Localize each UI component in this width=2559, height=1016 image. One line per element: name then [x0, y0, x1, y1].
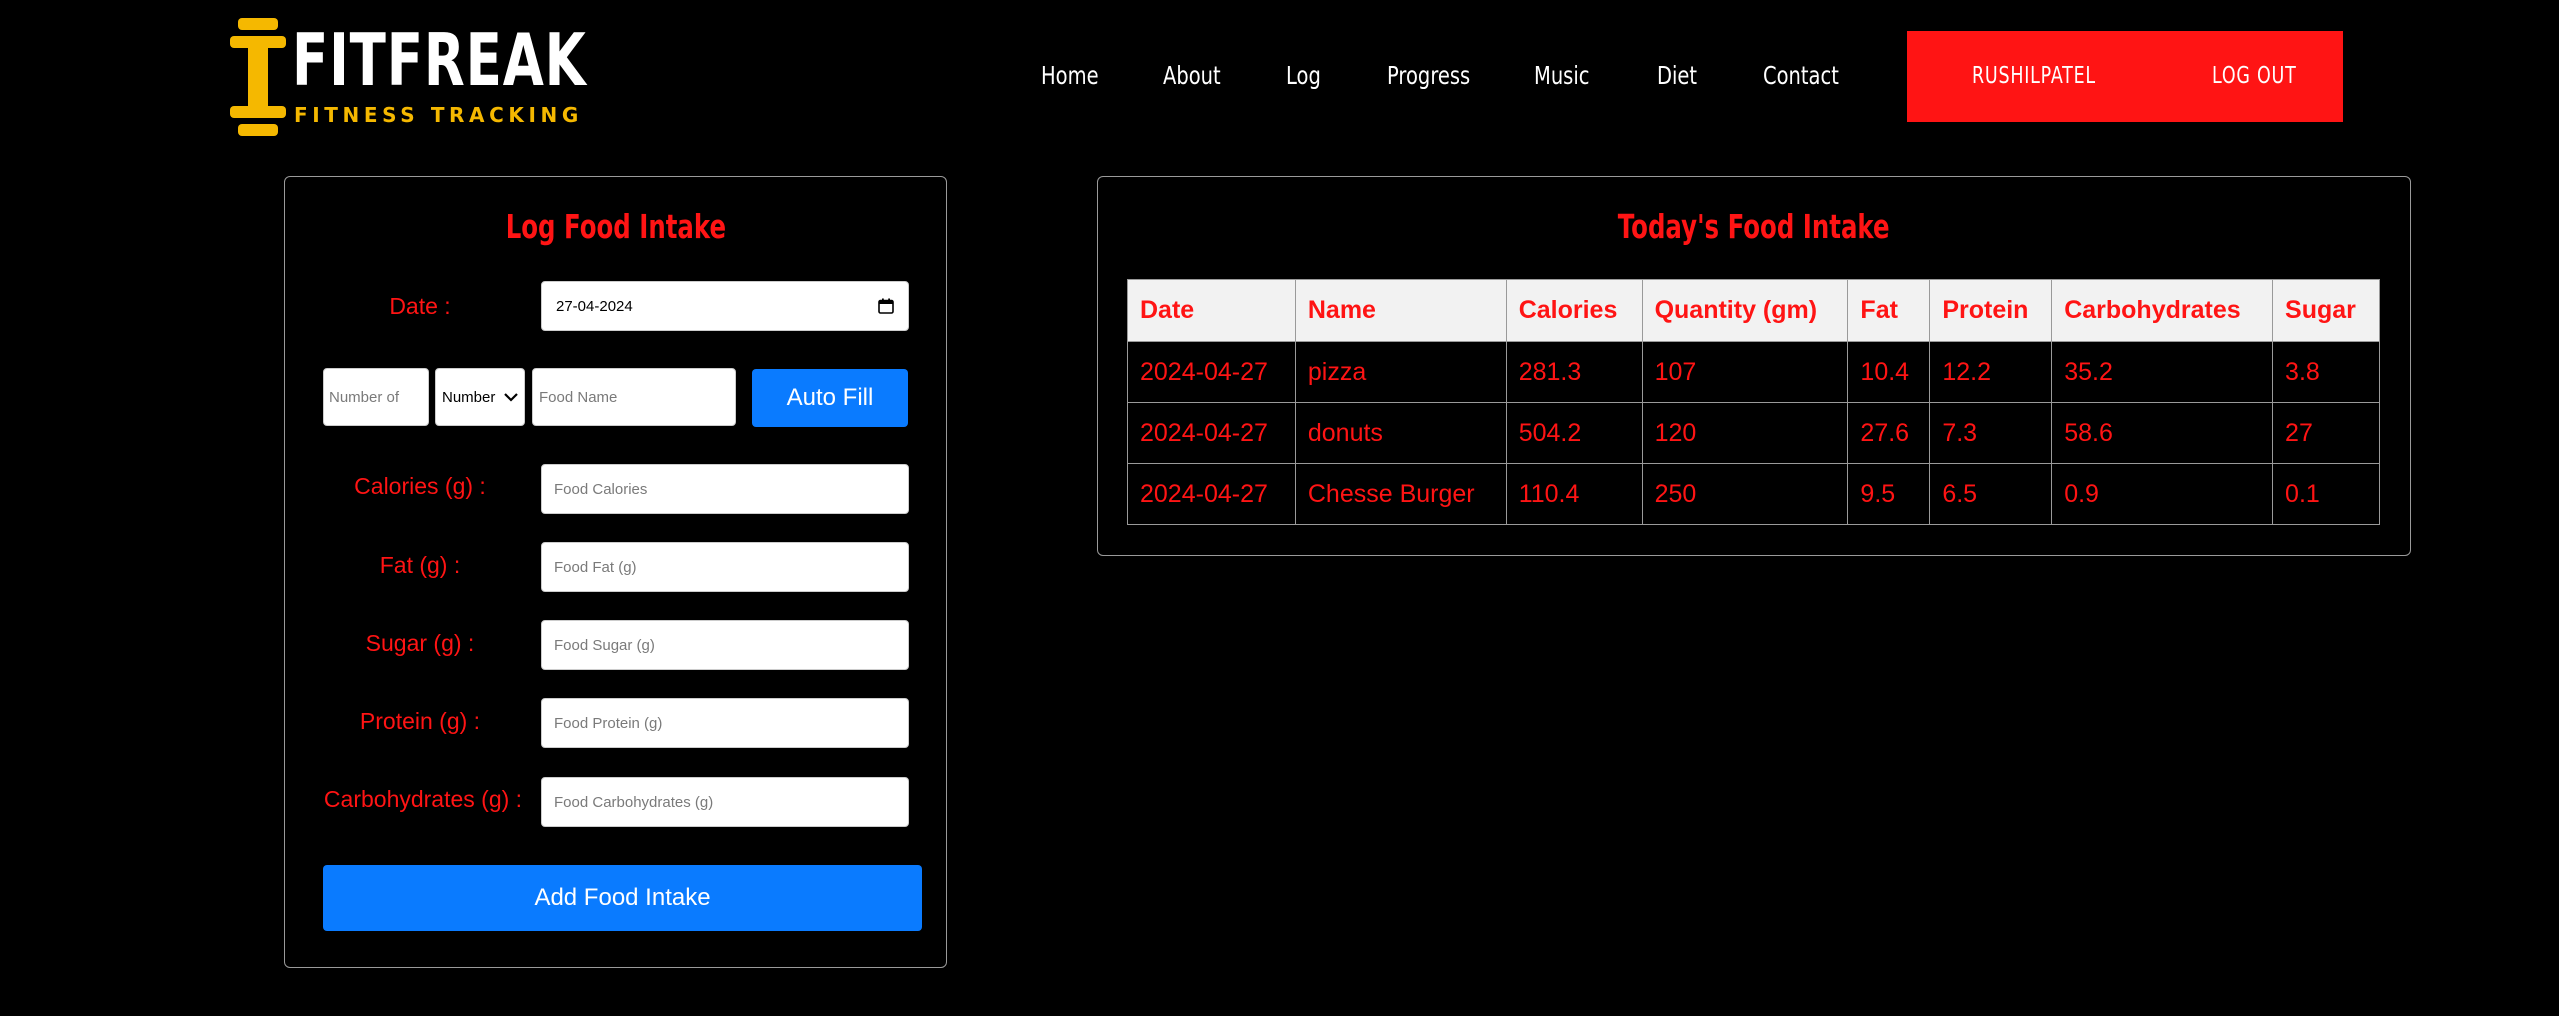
nav-contact[interactable]: Contact	[1763, 56, 1839, 96]
column-header: Protein	[1929, 279, 2053, 342]
brand-subtitle: FITNESS TRACKING	[294, 103, 583, 127]
chevron-down-icon	[504, 393, 518, 402]
brand-logo[interactable]: FITFREAK FITNESS TRACKING	[230, 18, 586, 136]
nav-about[interactable]: About	[1163, 56, 1221, 96]
food-name-input[interactable]	[532, 368, 736, 426]
sugar-input[interactable]	[541, 620, 909, 670]
table-cell: 2024-04-27	[1127, 341, 1296, 403]
table-cell: 7.3	[1929, 402, 2053, 464]
nav-log[interactable]: Log	[1286, 56, 1321, 96]
table-cell: 12.2	[1929, 341, 2053, 403]
calories-label: Calories (g) :	[354, 473, 486, 499]
table-row: 2024-04-27 pizza 281.3 107 10.4 12.2 35.…	[1127, 341, 2380, 403]
table-cell: 0.1	[2272, 463, 2380, 525]
column-header: Fat	[1847, 279, 1931, 342]
user-menu: RUSHILPATEL LOG OUT	[1907, 31, 2343, 122]
table-cell: 281.3	[1505, 341, 1643, 403]
table-cell: Chesse Burger	[1294, 463, 1507, 525]
nav-music[interactable]: Music	[1534, 56, 1589, 96]
fat-input[interactable]	[541, 542, 909, 592]
date-value: 27-04-2024	[556, 298, 633, 315]
date-label: Date :	[389, 293, 451, 319]
table-cell: 27	[2272, 402, 2380, 464]
table-cell: 58.6	[2051, 402, 2274, 464]
nav-progress[interactable]: Progress	[1387, 56, 1470, 96]
auto-fill-button[interactable]: Auto Fill	[752, 369, 908, 427]
table-cell: 110.4	[1505, 463, 1643, 525]
log-food-panel: Log Food Intake Date : 27-04-2024 Number…	[284, 176, 947, 968]
carbohydrates-label: Carbohydrates (g) :	[323, 786, 523, 812]
calories-input[interactable]	[541, 464, 909, 514]
food-intake-title: Today's Food Intake	[1618, 207, 1890, 246]
table-row: 2024-04-27 donuts 504.2 120 27.6 7.3 58.…	[1127, 402, 2380, 464]
dumbbell-icon	[230, 18, 286, 136]
table-cell: 504.2	[1505, 402, 1643, 464]
food-intake-table: Date Name Calories Quantity (gm) Fat Pro…	[1127, 279, 2380, 525]
username-link[interactable]: RUSHILPATEL	[1972, 58, 2096, 94]
log-food-title: Log Food Intake	[505, 207, 726, 246]
unit-select-value: Number	[442, 389, 496, 406]
table-cell: 107	[1641, 341, 1849, 403]
brand-title: FITFREAK	[292, 18, 587, 102]
add-food-intake-button[interactable]: Add Food Intake	[323, 865, 922, 931]
table-cell: 9.5	[1847, 463, 1931, 525]
table-cell: 0.9	[2051, 463, 2274, 525]
table-cell: 35.2	[2051, 341, 2274, 403]
protein-label: Protein (g) :	[359, 708, 481, 734]
calendar-icon[interactable]	[878, 298, 894, 314]
logout-link[interactable]: LOG OUT	[2212, 58, 2297, 94]
table-row: 2024-04-27 Chesse Burger 110.4 250 9.5 6…	[1127, 463, 2380, 525]
column-header: Date	[1127, 279, 1296, 342]
table-cell: 2024-04-27	[1127, 463, 1296, 525]
sugar-label: Sugar (g) :	[365, 630, 475, 656]
fat-label: Fat (g) :	[379, 552, 461, 578]
table-cell: donuts	[1294, 402, 1507, 464]
protein-input[interactable]	[541, 698, 909, 748]
column-header: Carbohydrates	[2051, 279, 2274, 342]
nav-diet[interactable]: Diet	[1657, 56, 1697, 96]
unit-select[interactable]: Number	[435, 368, 525, 426]
column-header: Quantity (gm)	[1641, 279, 1849, 342]
column-header: Sugar	[2272, 279, 2380, 342]
site-header: FITFREAK FITNESS TRACKING Home About Log…	[0, 0, 2559, 160]
number-of-input[interactable]	[323, 368, 429, 426]
table-cell: 10.4	[1847, 341, 1931, 403]
nav-home[interactable]: Home	[1041, 56, 1099, 96]
table-cell: 6.5	[1929, 463, 2053, 525]
table-cell: pizza	[1294, 341, 1507, 403]
table-cell: 2024-04-27	[1127, 402, 1296, 464]
date-field[interactable]: 27-04-2024	[541, 281, 909, 331]
table-header-row: Date Name Calories Quantity (gm) Fat Pro…	[1127, 279, 2380, 342]
table-cell: 120	[1641, 402, 1849, 464]
table-cell: 250	[1641, 463, 1849, 525]
column-header: Calories	[1505, 279, 1643, 342]
column-header: Name	[1294, 279, 1507, 342]
table-cell: 3.8	[2272, 341, 2380, 403]
carbohydrates-input[interactable]	[541, 777, 909, 827]
table-cell: 27.6	[1847, 402, 1931, 464]
